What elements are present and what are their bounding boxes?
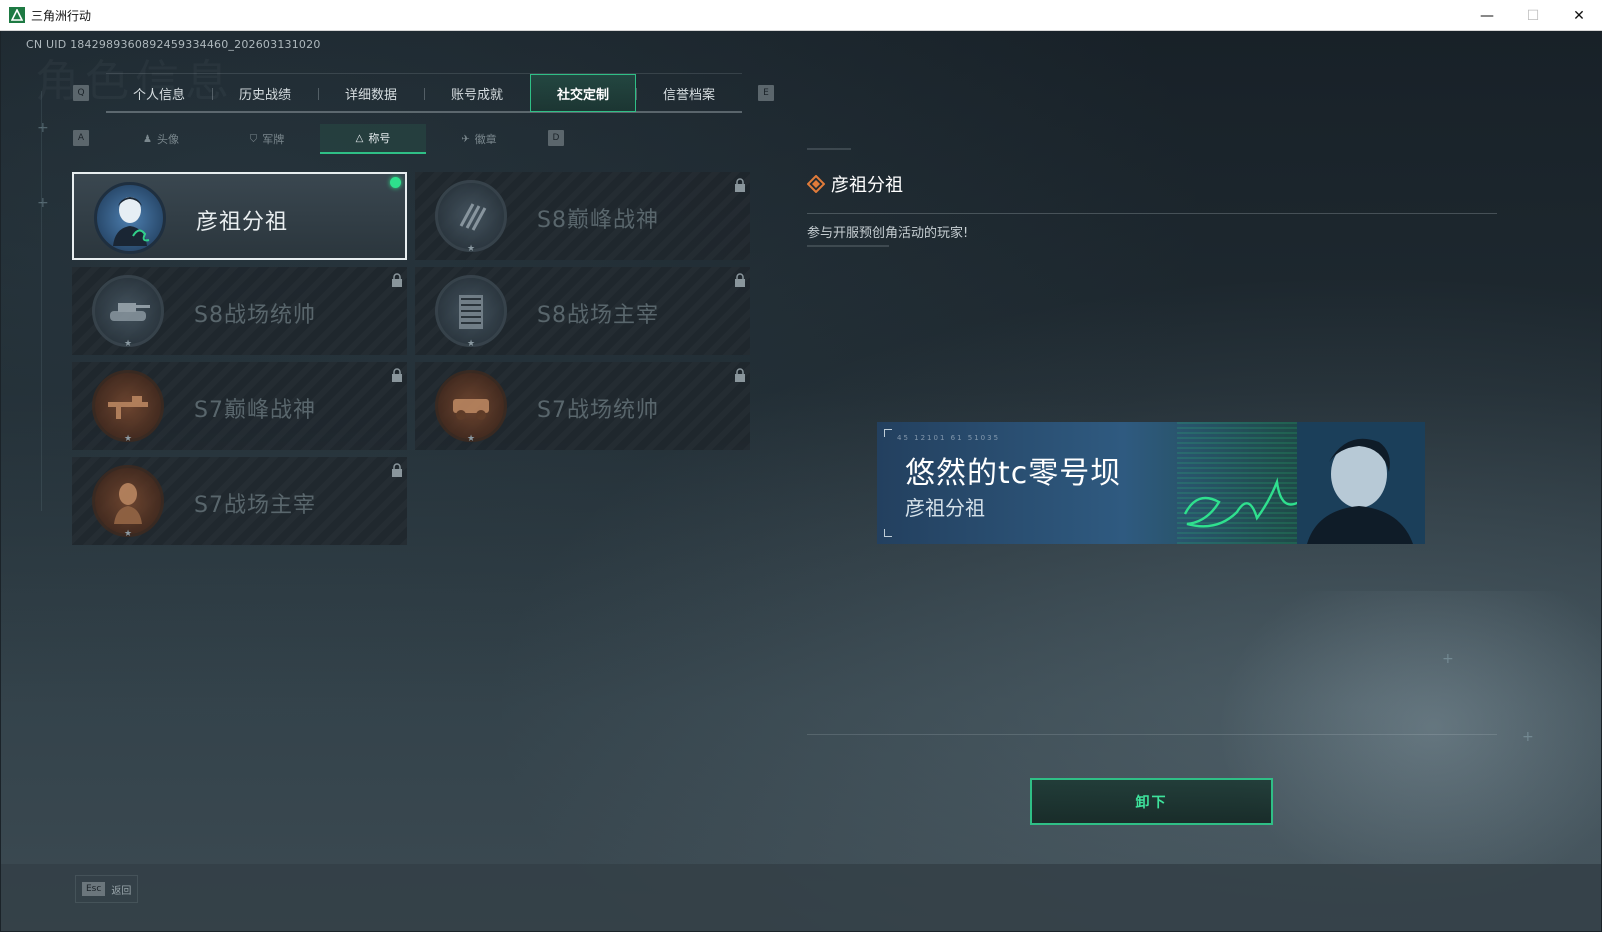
title-card[interactable]: ★ S7巅峰战神 (72, 362, 407, 450)
tab-social-customization[interactable]: 社交定制 (530, 74, 636, 112)
divider (807, 213, 1497, 214)
tab-personal-info[interactable]: 个人信息 (106, 74, 212, 112)
decor-rail (41, 91, 42, 511)
title-diamond-icon (807, 175, 825, 193)
decor-plus-icon: + (1442, 651, 1454, 667)
title-card-label: S7巅峰战神 (194, 398, 316, 423)
lock-icon (392, 463, 402, 477)
subtab-avatar[interactable]: ♟ 头像 (108, 124, 214, 154)
star-icon: ★ (124, 339, 133, 349)
key-hint-prev-subtab[interactable]: A (73, 130, 89, 146)
subtab-title[interactable]: △ 称号 (320, 124, 426, 154)
close-button[interactable]: ✕ (1556, 0, 1602, 31)
key-hint-prev-tab[interactable]: Q (73, 85, 89, 101)
lock-icon (392, 368, 402, 382)
game-viewport: 角色信息 CN UID 1842989360892459334460_20260… (1, 31, 1601, 931)
building-badge-icon (435, 275, 507, 347)
key-hint-next-subtab[interactable]: D (548, 130, 564, 146)
subtab-label: 头像 (156, 133, 179, 146)
detail-title-name: 彦祖分祖 (831, 175, 903, 196)
lock-icon (392, 273, 402, 287)
uid-label: CN UID 1842989360892459334460_2026031310… (26, 38, 321, 51)
person-icon: ♟ (143, 133, 152, 145)
divider (807, 734, 1497, 735)
title-banner-preview: 45 12101 61 51035 悠然的tc零号坝 彦祖分祖 (877, 422, 1425, 544)
window-titlebar: 三角洲行动 — ☐ ✕ (0, 0, 1602, 31)
rifle-badge-icon (92, 370, 164, 442)
app-logo-icon (9, 7, 25, 23)
esc-key-hint: Esc (82, 882, 106, 896)
wings-icon: ✈ (461, 133, 470, 145)
soldier-badge-icon (92, 465, 164, 537)
title-card-label: S7战场主宰 (194, 493, 316, 518)
key-hint-next-tab[interactable]: E (758, 85, 774, 101)
detail-description: 参与开服预创角活动的玩家! (807, 226, 969, 241)
banner-player-name: 悠然的tc零号坝 (905, 456, 1122, 491)
title-card[interactable]: ★ S8战场统帅 (72, 267, 407, 355)
blades-badge-icon (435, 180, 507, 252)
portrait-icon (1297, 422, 1425, 544)
back-button[interactable]: Esc 返回 (75, 875, 139, 903)
tab-reputation[interactable]: 信誉档案 (636, 74, 742, 112)
decor-line (807, 245, 889, 247)
signature-icon (1183, 477, 1300, 528)
title-card[interactable]: ★ S7战场统帅 (415, 362, 750, 450)
tank-badge-icon (92, 275, 164, 347)
tab-achievements[interactable]: 账号成就 (424, 74, 530, 112)
subtab-emblem[interactable]: ✈ 徽章 (426, 124, 532, 154)
unequip-button[interactable]: 卸下 (1030, 778, 1273, 825)
triangle-icon: △ (355, 132, 364, 144)
star-icon: ★ (124, 434, 133, 444)
title-card-label: S8巅峰战神 (537, 208, 659, 233)
star-icon: ★ (467, 339, 476, 349)
maximize-button[interactable]: ☐ (1510, 0, 1556, 31)
star-icon: ★ (467, 244, 476, 254)
decor-plus-icon: + (1522, 729, 1534, 745)
lock-icon (735, 273, 745, 287)
subtab-military-tag[interactable]: ⛉ 军牌 (214, 124, 320, 154)
title-card-selected[interactable]: 彦祖分祖 (72, 172, 407, 260)
military-badge-icon: ⛉ (249, 133, 258, 145)
back-label: 返回 (111, 885, 132, 897)
lock-icon (735, 368, 745, 382)
footer-bar (1, 864, 1601, 931)
title-card[interactable]: ★ S8巅峰战神 (415, 172, 750, 260)
decor-plus-icon: + (37, 120, 49, 136)
title-card[interactable]: ★ S7战场主宰 (72, 457, 407, 545)
tab-detailed-data[interactable]: 详细数据 (318, 74, 424, 112)
star-icon: ★ (467, 434, 476, 444)
banner-code-text: 45 12101 61 51035 (897, 434, 1001, 442)
corner-bracket (884, 429, 892, 437)
subtab-label: 军牌 (262, 133, 285, 146)
star-icon: ★ (124, 529, 133, 539)
title-card[interactable]: ★ S8战场主宰 (415, 267, 750, 355)
title-card-label: S7战场统帅 (537, 398, 659, 423)
portrait-badge-icon (94, 182, 166, 254)
title-card-label: S8战场主宰 (537, 303, 659, 328)
sub-tab-bar: ♟ 头像 ⛉ 军牌 △ 称号 ✈ 徽章 (108, 124, 532, 154)
tab-match-history[interactable]: 历史战绩 (212, 74, 318, 112)
decor-line (807, 148, 851, 150)
title-card-label: S8战场统帅 (194, 303, 316, 328)
corner-bracket (884, 529, 892, 537)
window-title: 三角洲行动 (31, 8, 92, 23)
decor-plus-icon: + (37, 195, 49, 211)
banner-title-name: 彦祖分祖 (905, 496, 985, 520)
subtab-label: 称号 (368, 132, 391, 145)
subtab-label: 徽章 (474, 133, 497, 146)
main-tab-bar: 个人信息 历史战绩 详细数据 账号成就 社交定制 信誉档案 (106, 73, 742, 113)
equipped-indicator (390, 177, 401, 188)
lock-icon (735, 178, 745, 192)
detail-header: 彦祖分祖 (807, 171, 903, 197)
title-card-label: 彦祖分祖 (196, 210, 289, 235)
vehicle-badge-icon (435, 370, 507, 442)
minimize-button[interactable]: — (1464, 0, 1510, 31)
